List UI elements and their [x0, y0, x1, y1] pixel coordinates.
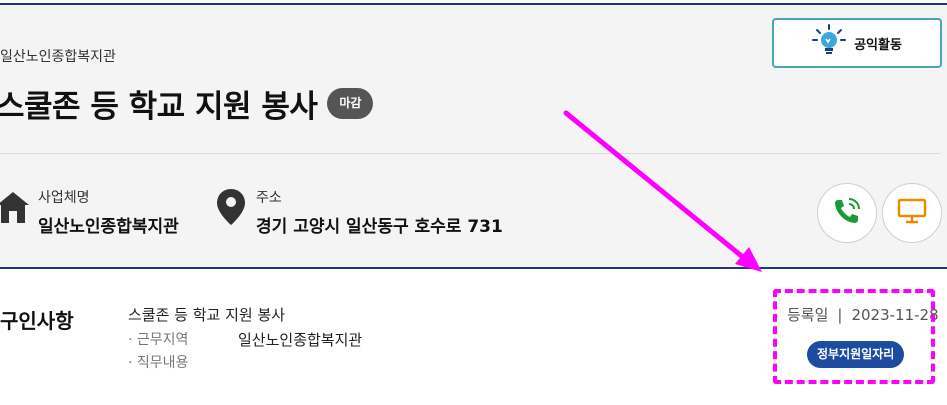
section-title: 구인사항 [0, 309, 74, 333]
gov-support-badge: 정부지원일자리 [807, 341, 905, 368]
category-button[interactable]: 공익활동 [772, 18, 942, 68]
company-info: 사업체명 일산노인종합복지관 [0, 187, 179, 237]
duty-row: · 직무내용 [128, 352, 188, 372]
address-label: 주소 [256, 190, 282, 206]
phone-button[interactable] [817, 183, 877, 243]
company-value: 일산노인종합복지관 [38, 217, 179, 237]
job-title: 스쿨존 등 학교 지원 봉사 [128, 306, 286, 324]
work-area-label: · 근무지역 [128, 332, 189, 348]
home-icon [0, 187, 30, 227]
duty-label: · 직무내용 [128, 355, 189, 371]
phone-icon [832, 196, 862, 230]
address-value: 경기 고양시 일산동구 호수로 731 [256, 217, 503, 237]
address-info: 주소 경기 고양시 일산동구 호수로 731 [214, 187, 503, 237]
lightbulb-icon [812, 24, 847, 62]
status-badge: 마감 [327, 88, 374, 119]
divider [0, 153, 940, 154]
reg-separator: | [837, 306, 843, 324]
work-area-value: 일산노인종합복지관 [238, 331, 363, 349]
reg-label: 등록일 [787, 306, 829, 324]
category-label: 공익활동 [854, 37, 902, 53]
job-header-panel: 일산노인종합복지관 스쿨존 등 학교 지원 봉사 마감 공익활동 사업체명 일산… [0, 3, 947, 269]
monitor-icon [897, 197, 927, 229]
homepage-button[interactable] [882, 183, 942, 243]
map-pin-icon [214, 187, 248, 227]
title-row: 스쿨존 등 학교 지원 봉사 마감 [0, 81, 374, 126]
registration-date-row: 등록일 | 2023-11-28 [787, 304, 939, 325]
work-area-row: · 근무지역 일산노인종합복지관 [128, 329, 362, 349]
page-title: 스쿨존 등 학교 지원 봉사 [0, 89, 318, 125]
company-label: 사업체명 [38, 190, 90, 206]
reg-date: 2023-11-28 [851, 306, 939, 324]
org-name: 일산노인종합복지관 [0, 49, 116, 65]
